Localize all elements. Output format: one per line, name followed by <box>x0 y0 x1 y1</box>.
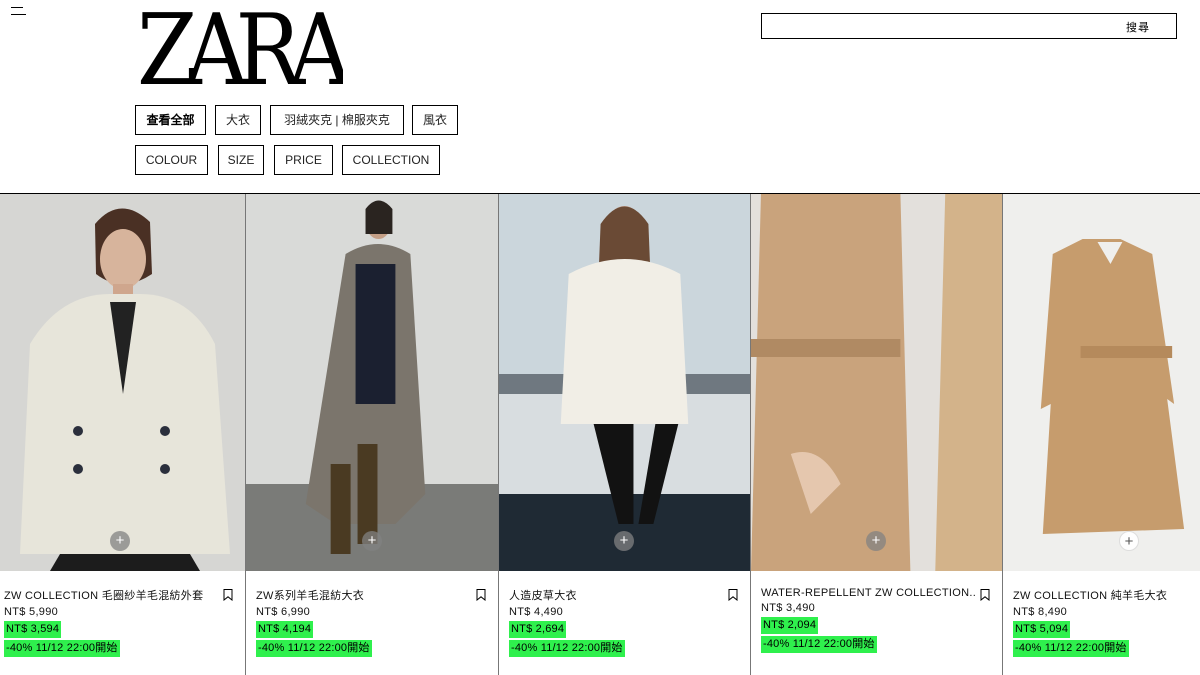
discount-badge: -40% 11/12 22:00開始 <box>4 640 120 657</box>
product-info: WATER-REPELLENT ZW COLLECTION... NT$ 3,4… <box>761 587 1002 653</box>
bookmark-icon[interactable] <box>476 589 486 601</box>
product-name[interactable]: ZW COLLECTION 毛圈紗羊毛混紡外套 <box>4 587 219 603</box>
filter-label: COLLECTION <box>352 153 430 167</box>
sale-price: NT$ 3,594 <box>4 621 62 638</box>
original-price: NT$ 3,490 <box>761 602 816 614</box>
bookmark-icon[interactable] <box>980 589 990 601</box>
filter-price[interactable]: PRICE <box>274 145 333 175</box>
product-image[interactable] <box>246 194 498 571</box>
quick-add-plus-icon[interactable]: + <box>1119 531 1139 551</box>
quick-add-plus-icon[interactable]: + <box>866 531 886 551</box>
chip-label: 查看全部 <box>146 113 195 127</box>
filter-label: SIZE <box>227 153 255 167</box>
product-image[interactable] <box>0 194 245 571</box>
chip-label: 風衣 <box>422 113 447 127</box>
search-field[interactable]: 搜尋 <box>761 13 1177 39</box>
discount-badge: -40% 11/12 22:00開始 <box>256 640 372 657</box>
zara-logo-mark: ZARA <box>137 0 367 108</box>
filter-colour[interactable]: COLOUR <box>135 145 208 175</box>
category-chip-trench[interactable]: 風衣 <box>412 105 458 135</box>
product-info: ZW系列羊毛混紡大衣 NT$ 6,990 NT$ 4,194 -40% 11/1… <box>256 587 498 657</box>
discount-badge: -40% 11/12 22:00開始 <box>761 636 877 653</box>
product-name[interactable]: WATER-REPELLENT ZW COLLECTION... <box>761 587 976 599</box>
product-info: ZW COLLECTION 純羊毛大衣 NT$ 8,490 NT$ 5,094 … <box>1013 587 1200 657</box>
chip-label: 羽絨夾克 | 棉服夾克 <box>284 113 390 127</box>
product-info: ZW COLLECTION 毛圈紗羊毛混紡外套 NT$ 5,990 NT$ 3,… <box>4 587 245 657</box>
product-image[interactable] <box>499 194 750 571</box>
quick-add-plus-icon[interactable]: + <box>362 531 382 551</box>
product-image[interactable] <box>751 194 1002 571</box>
original-price: NT$ 4,490 <box>509 606 564 618</box>
zara-logo[interactable]: ZARA <box>135 0 367 108</box>
original-price: NT$ 6,990 <box>256 606 311 618</box>
product-card[interactable]: + 人造皮草大衣 NT$ 4,490 NT$ 2,694 -40% 11/12 … <box>498 194 750 675</box>
product-card[interactable]: + ZW系列羊毛混紡大衣 NT$ 6,990 NT$ 4,194 -40% 11… <box>245 194 498 675</box>
product-name[interactable]: ZW COLLECTION 純羊毛大衣 <box>1013 587 1200 603</box>
sale-price: NT$ 4,194 <box>256 621 314 638</box>
product-info: 人造皮草大衣 NT$ 4,490 NT$ 2,694 -40% 11/12 22… <box>509 587 750 657</box>
sale-price: NT$ 2,694 <box>509 621 567 638</box>
product-name[interactable]: ZW系列羊毛混紡大衣 <box>256 587 471 603</box>
product-card[interactable]: + ZW COLLECTION 純羊毛大衣 NT$ 8,490 NT$ 5,09… <box>1002 194 1200 675</box>
product-card[interactable]: + WATER-REPELLENT ZW COLLECTION... NT$ 3… <box>750 194 1002 675</box>
original-price: NT$ 5,990 <box>4 606 59 618</box>
category-chip-all[interactable]: 查看全部 <box>135 105 206 135</box>
bookmark-icon[interactable] <box>223 589 233 601</box>
quick-add-plus-icon[interactable]: + <box>110 531 130 551</box>
product-name[interactable]: 人造皮草大衣 <box>509 587 724 603</box>
menu-line <box>11 7 23 8</box>
sale-price: NT$ 2,094 <box>761 617 819 634</box>
menu-line <box>11 14 26 15</box>
sale-price: NT$ 5,094 <box>1013 621 1071 638</box>
chip-label: 大衣 <box>225 113 250 127</box>
search-label: 搜尋 <box>1126 22 1150 34</box>
menu-icon[interactable] <box>11 5 27 17</box>
category-chip-coats[interactable]: 大衣 <box>215 105 261 135</box>
discount-badge: -40% 11/12 22:00開始 <box>509 640 625 657</box>
product-card[interactable]: + ZW COLLECTION 毛圈紗羊毛混紡外套 NT$ 5,990 NT$ … <box>0 194 245 675</box>
original-price: NT$ 8,490 <box>1013 606 1068 618</box>
product-image[interactable] <box>1003 194 1200 571</box>
discount-badge: -40% 11/12 22:00開始 <box>1013 640 1129 657</box>
filter-collection[interactable]: COLLECTION <box>342 145 440 175</box>
filter-size[interactable]: SIZE <box>218 145 264 175</box>
logo-text: ZARA <box>137 0 343 88</box>
bookmark-icon[interactable] <box>728 589 738 601</box>
quick-add-plus-icon[interactable]: + <box>614 531 634 551</box>
filter-label: COLOUR <box>145 153 198 167</box>
category-chip-puffer[interactable]: 羽絨夾克 | 棉服夾克 <box>270 105 404 135</box>
filter-label: PRICE <box>285 153 322 167</box>
